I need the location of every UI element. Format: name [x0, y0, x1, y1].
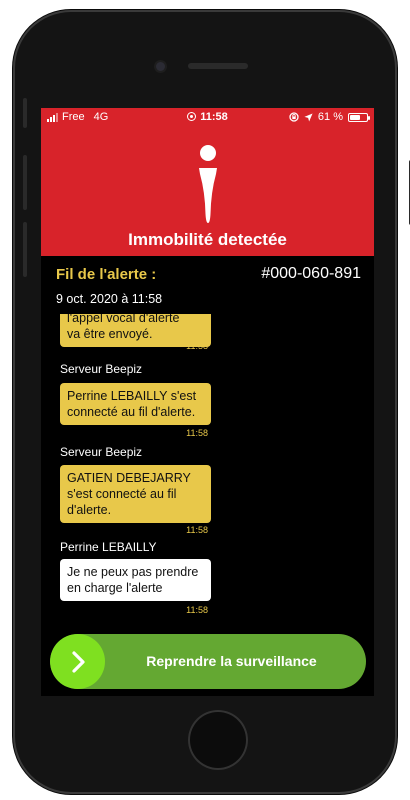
- feed-label: Fil de l'alerte :: [56, 266, 157, 283]
- resume-monitoring-label: Reprendre la surveillance: [146, 653, 317, 669]
- message-line: connecté au fil d'alerte.: [67, 405, 196, 419]
- message-line: GATIEN DEBEJARRY: [67, 471, 191, 485]
- battery-icon: [348, 112, 370, 122]
- home-button[interactable]: [188, 710, 248, 770]
- chevron-right-icon: [72, 651, 85, 673]
- message-bubble: Je ne peux pas prendre en charge l'alert…: [60, 559, 211, 601]
- message-sender: Perrine LEBAILLY: [60, 540, 157, 554]
- message-line: s'est connecté au fil: [67, 487, 177, 501]
- message-line: va être envoyé.: [67, 327, 153, 341]
- alert-feed[interactable]: l'appel vocal d'alerte va être envoyé. 1…: [41, 314, 374, 614]
- status-bar: Free 4G 11:58 61 %: [41, 108, 374, 126]
- front-camera: [156, 62, 165, 71]
- slide-knob[interactable]: [50, 634, 105, 689]
- message-time: 11:58: [186, 525, 208, 535]
- volume-up-button: [23, 155, 27, 210]
- message-line: en charge l'alerte: [67, 581, 163, 595]
- screen-record-icon: [187, 112, 197, 121]
- earpiece-speaker: [188, 63, 248, 69]
- alert-id: #000-060-891: [261, 265, 361, 282]
- alert-date: 9 oct. 2020 à 11:58: [56, 292, 163, 306]
- resume-monitoring-button[interactable]: Reprendre la surveillance: [50, 634, 366, 689]
- message-bubble: Perrine LEBAILLY s'est connecté au fil d…: [60, 383, 211, 425]
- volume-down-button: [23, 222, 27, 277]
- message-time: 11:58: [186, 341, 208, 351]
- message-sender: Serveur Beepiz: [60, 362, 143, 376]
- rotation-lock-icon: [289, 112, 299, 122]
- message-sender: Serveur Beepiz: [60, 445, 143, 459]
- info-icon: [199, 145, 217, 223]
- message-line: d'alerte.: [67, 503, 112, 517]
- alert-title: Immobilité detectée: [128, 230, 287, 249]
- alert-header: Immobilité detectée: [41, 126, 374, 256]
- app-screen: Free 4G 11:58 61 % Immobilité detectée F…: [41, 108, 374, 696]
- message-line: l'appel vocal d'alerte: [67, 314, 180, 325]
- message-bubble: GATIEN DEBEJARRY s'est connecté au fil d…: [60, 465, 211, 523]
- mute-switch: [23, 98, 27, 128]
- status-time: 11:58: [200, 111, 228, 123]
- location-arrow-icon: [304, 112, 313, 122]
- message-line: Perrine LEBAILLY s'est: [67, 389, 197, 403]
- message-time: 11:58: [186, 605, 208, 614]
- message-line: Je ne peux pas prendre: [67, 565, 199, 579]
- battery-percent: 61 %: [317, 111, 343, 123]
- message-time: 11:58: [186, 428, 208, 438]
